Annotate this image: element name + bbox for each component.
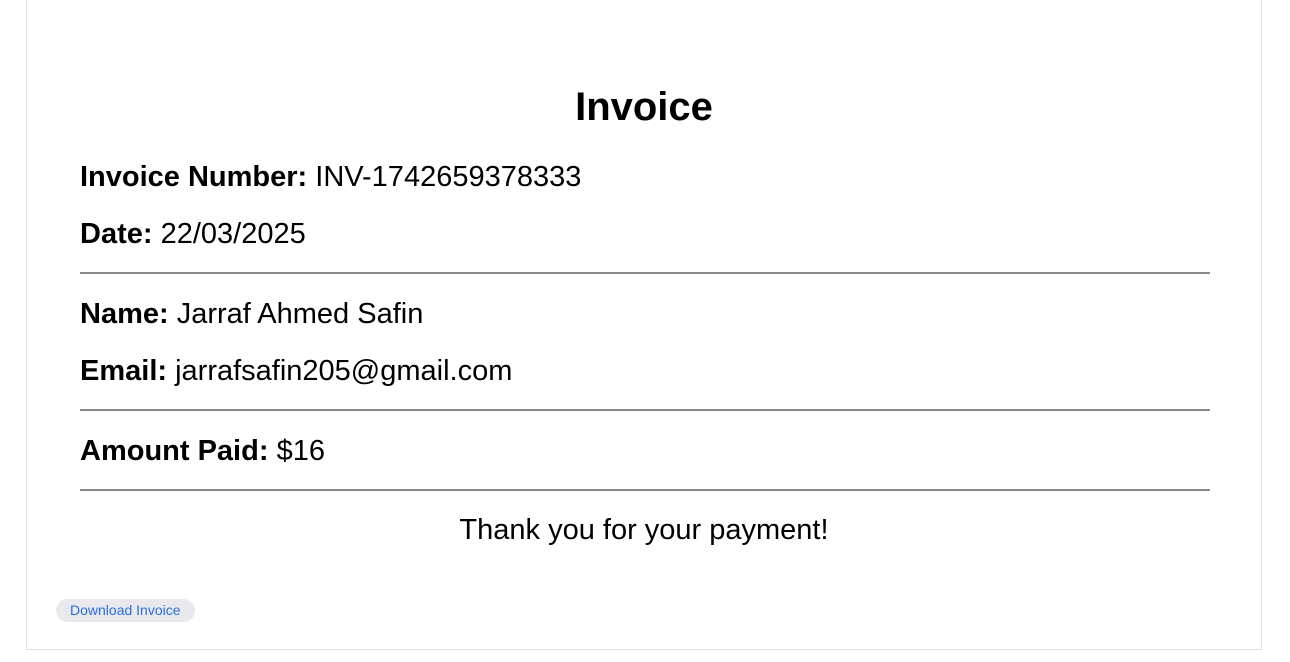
invoice-number-row: Invoice Number: INV-1742659378333	[80, 160, 581, 194]
amount-paid-row: Amount Paid: $16	[80, 434, 325, 468]
invoice-date-row: Date: 22/03/2025	[80, 217, 306, 251]
customer-name-row: Name: Jarraf Ahmed Safin	[80, 297, 423, 331]
invoice-title: Invoice	[575, 85, 713, 129]
download-invoice-button[interactable]: Download Invoice	[56, 599, 195, 622]
customer-email-row: Email: jarrafsafin205@gmail.com	[80, 354, 512, 388]
divider	[80, 489, 1210, 491]
invoice-number-value: INV-1742659378333	[315, 161, 582, 193]
customer-email-label: Email:	[80, 355, 168, 387]
invoice-date-value: 22/03/2025	[160, 218, 306, 250]
amount-paid-label: Amount Paid:	[80, 435, 269, 467]
invoice-number-label: Invoice Number:	[80, 161, 308, 193]
customer-email-value: jarrafsafin205@gmail.com	[175, 355, 513, 387]
customer-name-value: Jarraf Ahmed Safin	[176, 298, 424, 330]
invoice-card: Invoice Invoice Number: INV-174265937833…	[26, 0, 1262, 650]
divider	[80, 272, 1210, 274]
invoice-date-label: Date:	[80, 218, 153, 250]
divider	[80, 409, 1210, 411]
customer-name-label: Name:	[80, 298, 169, 330]
amount-paid-value: $16	[276, 435, 325, 467]
thank-you-message: Thank you for your payment!	[459, 514, 829, 546]
